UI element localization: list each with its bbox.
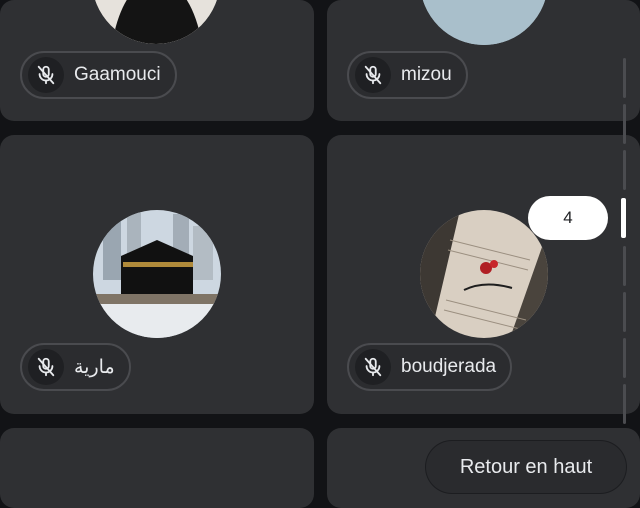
page-scroll-indicator[interactable] [618, 0, 626, 480]
scroll-tick [623, 58, 626, 98]
participant-name-pill: boudjerada [347, 343, 513, 391]
participant-name: mizou [401, 64, 452, 85]
participant-name: boudjerada [401, 356, 497, 377]
participant-avatar [420, 210, 548, 338]
participant-name-pill: mizou [347, 51, 468, 99]
participant-name: Gaamouci [74, 64, 161, 85]
scroll-tick [623, 104, 626, 144]
scroll-tick [623, 384, 626, 424]
page-number-badge: 4 [528, 196, 608, 240]
scroll-tick-active [621, 198, 626, 238]
participant-avatar [93, 210, 221, 338]
participant-avatar [92, 0, 220, 44]
mic-off-icon [355, 57, 391, 93]
participant-name-pill: Gaamouci [20, 51, 177, 99]
participant-tile-maria[interactable]: مارية [0, 135, 314, 414]
scroll-tick [623, 246, 626, 286]
scroll-tick [623, 338, 626, 378]
mic-off-icon [355, 349, 391, 385]
participant-name: مارية [74, 356, 115, 378]
scroll-tick [623, 150, 626, 190]
participant-tile-gaamouci[interactable]: Gaamouci [0, 0, 314, 121]
scroll-tick [623, 292, 626, 332]
participant-tile-mizou[interactable]: mizou [327, 0, 640, 121]
back-to-top-button[interactable]: Retour en haut [426, 441, 626, 493]
participant-avatar [420, 0, 548, 45]
mic-off-icon [28, 57, 64, 93]
participant-name-pill: مارية [20, 343, 131, 391]
mic-off-icon [28, 349, 64, 385]
participant-tile-partial[interactable] [0, 428, 314, 508]
participant-tile-boudjerada[interactable]: boudjerada [327, 135, 640, 414]
